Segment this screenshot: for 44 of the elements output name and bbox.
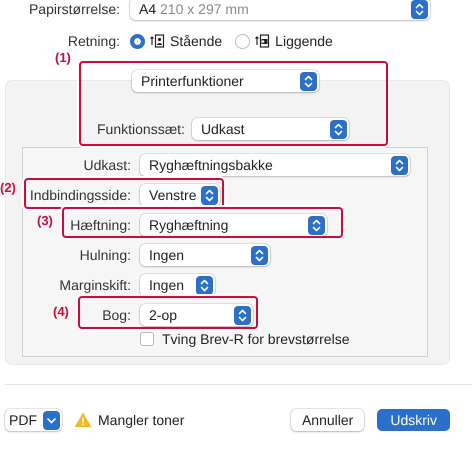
stepper-icon xyxy=(330,120,347,138)
stepper-icon xyxy=(391,156,408,174)
radio-label: Stående xyxy=(170,33,222,49)
portrait-orientation-icon xyxy=(150,34,165,48)
callout-number: (3) xyxy=(37,213,53,228)
dropdown[interactable]: Ingen xyxy=(140,274,215,296)
dropdown[interactable]: Ingen xyxy=(140,244,270,266)
callout-number: (1) xyxy=(55,50,71,65)
field-label: Funktionssæt: xyxy=(97,121,185,137)
field-label: Udkast: xyxy=(84,157,131,173)
field-label: Hulning: xyxy=(80,247,131,263)
radio-button[interactable] xyxy=(235,34,250,48)
stepper-icon xyxy=(411,0,428,18)
callout-number: (4) xyxy=(53,304,69,319)
stepper-icon xyxy=(196,276,213,294)
radio-button[interactable] xyxy=(130,34,145,48)
field-label: Hæftning: xyxy=(70,217,131,233)
warning-icon xyxy=(75,413,91,427)
print-button[interactable]: Udskriv xyxy=(377,409,450,431)
field-label: Retning: xyxy=(68,33,120,49)
stepper-icon xyxy=(308,216,325,234)
field-label: Papirstørrelse: xyxy=(28,1,120,17)
cancel-button[interactable]: Annuller xyxy=(290,409,364,431)
stepper-icon xyxy=(251,246,268,264)
dropdown[interactable]: Venstre xyxy=(140,184,220,206)
dropdown[interactable]: Printerfunktioner xyxy=(132,70,319,92)
chevron-down-icon xyxy=(43,410,60,430)
field-label: Bog: xyxy=(102,307,131,323)
dropdown[interactable]: Ryghæftningsbakke xyxy=(140,154,410,176)
landscape-orientation-icon xyxy=(255,34,270,48)
stepper-icon xyxy=(201,186,218,204)
checkbox[interactable] xyxy=(140,332,154,346)
checkbox-label: Tving Brev-R for brevstørrelse xyxy=(162,331,350,347)
dropdown[interactable]: A4 210 x 297 mm xyxy=(130,0,430,20)
warning-text: Mangler toner xyxy=(98,412,184,428)
stepper-icon xyxy=(234,306,251,324)
dropdown[interactable]: Ryghæftning xyxy=(140,214,327,236)
callout-number: (2) xyxy=(0,180,16,195)
field-label: Marginskift: xyxy=(59,277,131,293)
radio-label: Liggende xyxy=(275,33,333,49)
dropdown[interactable]: 2-op xyxy=(140,304,253,326)
pdf-menu-button[interactable]: PDF xyxy=(5,409,62,431)
field-label: Indbindingsside: xyxy=(30,187,131,203)
dropdown[interactable]: Udkast xyxy=(192,118,349,140)
